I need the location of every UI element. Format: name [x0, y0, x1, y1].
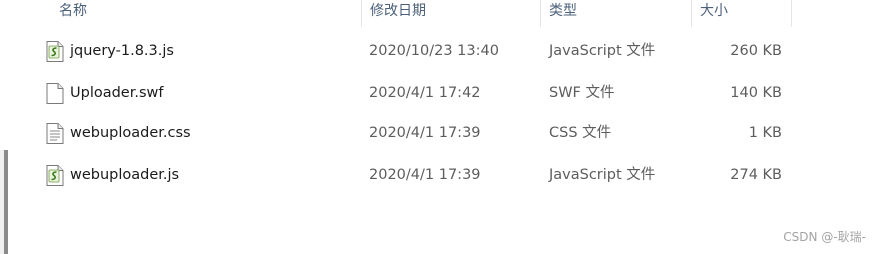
blank-file-icon	[46, 83, 64, 104]
js-script-icon	[46, 165, 64, 186]
file-size: 260 KB	[730, 43, 782, 59]
file-type: SWF 文件	[549, 85, 615, 101]
file-type: JavaScript 文件	[549, 167, 656, 183]
file-date-modified: 2020/10/23 13:40	[369, 43, 499, 59]
file-type: JavaScript 文件	[549, 43, 656, 59]
column-header-name[interactable]: 名称	[51, 0, 361, 27]
text-file-icon	[46, 123, 64, 144]
file-name[interactable]: webuploader.js	[70, 155, 179, 196]
file-type: CSS 文件	[549, 125, 612, 141]
column-header-size[interactable]: 大小	[691, 0, 792, 27]
file-row[interactable]: webuploader.js 2020/4/1 17:39 JavaScript…	[40, 155, 800, 196]
file-row[interactable]: Uploader.swf 2020/4/1 17:42 SWF 文件 140 K…	[40, 73, 800, 114]
column-header-row: 名称 修改日期 类型 大小	[0, 0, 880, 27]
file-date-modified: 2020/4/1 17:39	[369, 167, 481, 183]
file-name[interactable]: jquery-1.8.3.js	[70, 31, 174, 72]
file-row[interactable]: jquery-1.8.3.js 2020/10/23 13:40 JavaScr…	[40, 31, 800, 72]
file-row[interactable]: webuploader.css 2020/4/1 17:39 CSS 文件 1 …	[40, 113, 800, 154]
file-size: 274 KB	[730, 167, 782, 183]
file-size: 140 KB	[730, 85, 782, 101]
file-size: 1 KB	[748, 125, 782, 141]
file-explorer-list: 名称 修改日期 类型 大小 jquery-1.8.3.js 2020/10/23…	[0, 0, 880, 254]
watermark-text: CSDN @-耿瑞-	[783, 230, 866, 244]
vertical-scrollbar[interactable]	[0, 150, 8, 254]
column-header-type[interactable]: 类型	[540, 0, 691, 27]
scrollbar-thumb[interactable]	[4, 150, 8, 254]
file-date-modified: 2020/4/1 17:42	[369, 85, 481, 101]
file-name[interactable]: Uploader.swf	[70, 73, 164, 114]
file-name[interactable]: webuploader.css	[70, 113, 191, 154]
column-header-date-modified[interactable]: 修改日期	[361, 0, 540, 27]
js-script-icon	[46, 41, 64, 62]
file-date-modified: 2020/4/1 17:39	[369, 125, 481, 141]
